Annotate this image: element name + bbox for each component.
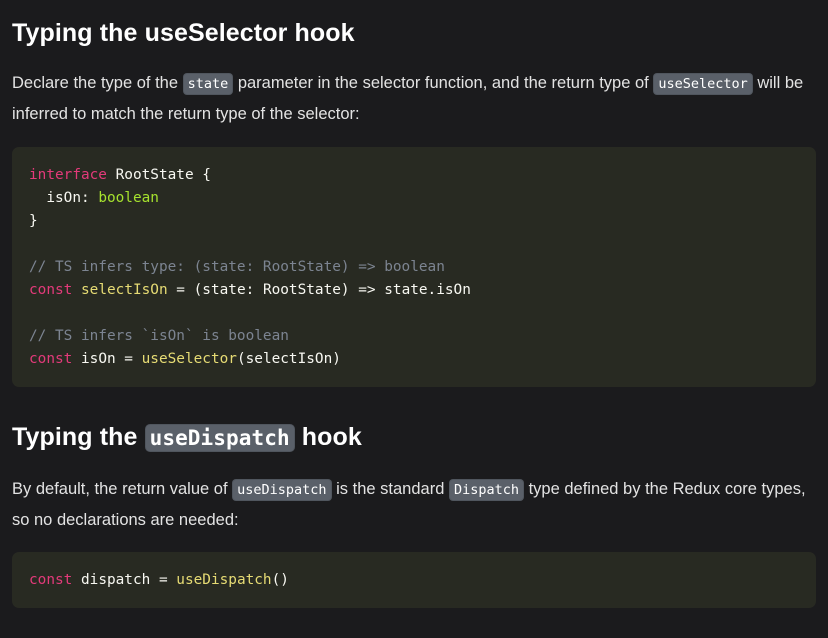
heading-text: Typing the useSelector hook <box>12 19 355 47</box>
heading-typing-usedispatch: Typing the useDispatch hook <box>12 421 362 454</box>
code-token: boolean <box>98 190 159 206</box>
code-token: RootState { <box>106 167 211 183</box>
paragraph-text: By default, the return value of <box>12 480 233 498</box>
paragraph-text: Declare the type of the <box>12 74 183 92</box>
inline-code-state: state <box>182 73 234 95</box>
code-line: const isOn = useSelector(selectIsOn) <box>29 348 799 371</box>
paragraph-text: parameter in the selector function, and … <box>233 74 654 92</box>
code-token: = (state: RootState) => state.isOn <box>167 282 471 298</box>
code-token: (selectIsOn) <box>236 351 341 367</box>
heading-text: hook <box>294 423 362 451</box>
inline-code-dispatch: Dispatch <box>448 479 524 501</box>
code-token: dispatch = <box>72 572 177 588</box>
code-line: interface RootState { <box>29 164 799 187</box>
code-line: const dispatch = useDispatch() <box>29 569 799 592</box>
code-token: const <box>29 282 73 298</box>
code-token: selectIsOn <box>81 282 168 298</box>
code-line: // TS infers `isOn` is boolean <box>29 325 799 348</box>
code-block-useselector[interactable]: interface RootState { isOn: boolean} // T… <box>12 147 816 387</box>
code-token: interface <box>29 167 107 183</box>
code-token: useSelector <box>141 351 237 367</box>
heading-typing-useselector: Typing the useSelector hook <box>12 17 355 49</box>
code-token: isOn: <box>29 190 99 206</box>
code-token: useDispatch <box>176 572 272 588</box>
inline-code-useselector: useSelector <box>653 73 753 95</box>
code-token: isOn = <box>72 351 142 367</box>
docs-page: Typing the useSelector hook Declare the … <box>0 0 828 638</box>
inline-code-usedispatch-heading: useDispatch <box>144 424 295 452</box>
code-token: const <box>29 572 73 588</box>
paragraph-text: is the standard <box>331 480 449 498</box>
heading-text: Typing the <box>12 423 145 451</box>
code-token: () <box>271 572 289 588</box>
code-line: } <box>29 210 799 233</box>
code-block-usedispatch[interactable]: const dispatch = useDispatch() <box>12 552 816 608</box>
code-line: // TS infers type: (state: RootState) =>… <box>29 256 799 279</box>
paragraph-useselector: Declare the type of the state parameter … <box>12 68 818 129</box>
paragraph-usedispatch: By default, the return value of useDispa… <box>12 474 818 535</box>
code-line: const selectIsOn = (state: RootState) =>… <box>29 279 799 302</box>
inline-code-usedispatch: useDispatch <box>232 479 332 501</box>
code-token: } <box>29 213 38 229</box>
code-token: // TS infers type: (state: RootState) =>… <box>29 259 445 275</box>
code-line: isOn: boolean <box>29 187 799 210</box>
code-token: // TS infers `isOn` is boolean <box>29 328 289 344</box>
code-token: const <box>29 351 73 367</box>
